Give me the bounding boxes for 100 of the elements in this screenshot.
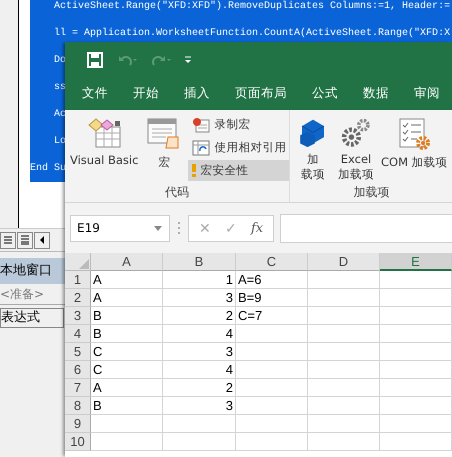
scroll-left-button[interactable] [34, 232, 50, 248]
ribbon-button[interactable]: 宏安全性 [188, 160, 290, 181]
table-cell[interactable] [308, 271, 380, 289]
table-cell[interactable] [236, 325, 308, 343]
table-cell[interactable] [380, 271, 452, 289]
warning-icon [192, 164, 196, 177]
group-label: 代码 [164, 184, 190, 200]
row-header[interactable]: 3 [65, 307, 91, 325]
pane-title: 本地窗口 [0, 258, 65, 284]
table-cell[interactable] [380, 397, 452, 415]
table-cell[interactable]: A [91, 289, 163, 307]
table-cell[interactable]: A [91, 271, 163, 289]
ribbon-tab[interactable]: 审阅 [397, 85, 440, 102]
row-header[interactable]: 6 [65, 361, 91, 379]
table-cell[interactable] [308, 325, 380, 343]
table-cell[interactable] [308, 307, 380, 325]
list-view-button[interactable] [17, 232, 33, 248]
table-cell[interactable] [163, 433, 236, 451]
visual-basic-icon [88, 118, 121, 148]
ribbon-tab[interactable]: 数据 [346, 85, 389, 102]
table-cell[interactable]: 3 [163, 397, 236, 415]
table-cell[interactable] [91, 433, 163, 451]
table-cell[interactable] [380, 433, 452, 451]
table-cell[interactable] [380, 415, 452, 433]
grid-arrow-icon [192, 140, 210, 155]
table-cell[interactable] [380, 325, 452, 343]
insert-function-button[interactable]: fx [251, 220, 264, 236]
dropdown-icon[interactable] [184, 56, 192, 62]
ribbon-tab[interactable]: 公式 [295, 85, 338, 102]
row-header[interactable]: 8 [65, 397, 91, 415]
table-cell[interactable]: 3 [163, 343, 236, 361]
group-label: 加载项 [352, 184, 390, 200]
list-icon [20, 236, 30, 244]
name-box[interactable]: E19 [70, 214, 170, 242]
table-cell[interactable] [308, 397, 380, 415]
table-cell[interactable]: 2 [163, 379, 236, 397]
table-cell[interactable] [236, 433, 308, 451]
table-cell[interactable]: C [91, 343, 163, 361]
table-cell[interactable] [236, 379, 308, 397]
table-cell[interactable]: A=6 [236, 271, 308, 289]
column-header[interactable]: D [308, 253, 380, 271]
record-icon [193, 118, 210, 132]
triangle-icon [79, 259, 89, 269]
table-cell[interactable] [380, 343, 452, 361]
ribbon-button[interactable]: 使用相对引用 [188, 137, 290, 158]
row-header[interactable]: 2 [65, 289, 91, 307]
list-view-button[interactable] [0, 232, 16, 248]
formula-input[interactable] [280, 214, 452, 242]
column-header[interactable]: A [91, 253, 163, 271]
row-header[interactable]: 1 [65, 271, 91, 289]
table-cell[interactable]: B [91, 325, 163, 343]
table-cell[interactable]: 3 [163, 289, 236, 307]
table-cell[interactable] [308, 289, 380, 307]
table-cell[interactable]: 1 [163, 271, 236, 289]
table-cell[interactable] [236, 343, 308, 361]
list-icon [4, 236, 12, 244]
table-cell[interactable]: A [91, 379, 163, 397]
column-header[interactable]: 表达式 [0, 308, 64, 328]
table-cell[interactable]: 2 [163, 307, 236, 325]
table-cell[interactable] [308, 415, 380, 433]
row-header[interactable]: 7 [65, 379, 91, 397]
cube-icon [300, 120, 324, 148]
row-header[interactable]: 5 [65, 343, 91, 361]
table-cell[interactable]: B=9 [236, 289, 308, 307]
table-cell[interactable]: C [91, 361, 163, 379]
table-cell[interactable]: 4 [163, 325, 236, 343]
table-cell[interactable] [380, 379, 452, 397]
table-cell[interactable]: C=7 [236, 307, 308, 325]
ribbon-tab[interactable]: 文件 [65, 85, 108, 102]
row-header[interactable]: 10 [65, 433, 91, 451]
column-header[interactable]: E [380, 253, 452, 271]
table-cell[interactable] [308, 343, 380, 361]
table-cell[interactable] [236, 415, 308, 433]
table-cell[interactable]: 4 [163, 361, 236, 379]
checklist-gear-icon [400, 118, 430, 150]
gears-icon [342, 118, 370, 147]
table-cell[interactable]: B [91, 397, 163, 415]
ribbon-tab[interactable]: 插入 [167, 85, 210, 102]
table-cell[interactable] [236, 397, 308, 415]
caret-left-icon [40, 236, 44, 244]
table-cell[interactable] [163, 415, 236, 433]
table-cell[interactable] [308, 379, 380, 397]
column-header[interactable]: C [236, 253, 308, 271]
table-cell[interactable] [91, 415, 163, 433]
table-cell[interactable]: B [91, 307, 163, 325]
dropdown-icon[interactable] [154, 226, 162, 230]
select-all-button[interactable] [65, 253, 91, 271]
row-header[interactable]: 4 [65, 325, 91, 343]
macro-icon [148, 118, 179, 148]
table-cell[interactable] [380, 289, 452, 307]
row-header[interactable]: 9 [65, 415, 91, 433]
ribbon-tab[interactable]: 页面布局 [218, 85, 287, 102]
save-icon[interactable] [87, 52, 103, 68]
column-header[interactable]: B [163, 253, 236, 271]
table-cell[interactable] [380, 307, 452, 325]
ribbon-tab[interactable]: 开始 [116, 85, 159, 102]
table-cell[interactable] [308, 361, 380, 379]
table-cell[interactable] [380, 361, 452, 379]
table-cell[interactable] [236, 361, 308, 379]
table-cell[interactable] [308, 433, 380, 451]
